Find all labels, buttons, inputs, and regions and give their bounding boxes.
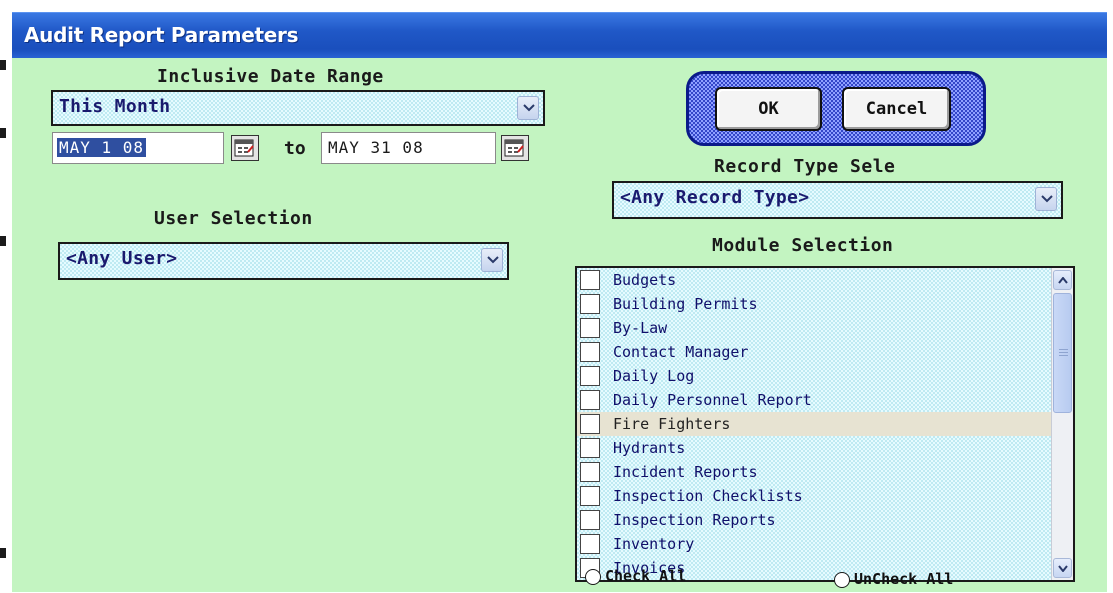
- dialog-content: Inclusive Date Range This Month MAY 1 08…: [12, 58, 1107, 592]
- list-item[interactable]: Contact Manager: [577, 340, 1059, 364]
- window-left-edge: [0, 0, 12, 592]
- to-date-value: MAY 31 08: [328, 138, 424, 157]
- edge-tick: [0, 236, 6, 246]
- module-checkbox[interactable]: [580, 270, 600, 290]
- module-checkbox[interactable]: [580, 510, 600, 530]
- chevron-down-icon[interactable]: [517, 96, 539, 120]
- check-all-label: Check All: [605, 567, 687, 585]
- module-checkbox[interactable]: [580, 294, 600, 314]
- list-item[interactable]: Inspection Reports: [577, 508, 1059, 532]
- module-label: Inspection Reports: [613, 511, 776, 529]
- calendar-icon[interactable]: [501, 135, 529, 161]
- check-all-option[interactable]: Check All: [585, 567, 735, 590]
- module-label: Incident Reports: [613, 463, 758, 481]
- module-label: Building Permits: [613, 295, 758, 313]
- cancel-button[interactable]: Cancel: [842, 87, 951, 131]
- module-label: Daily Personnel Report: [613, 391, 812, 409]
- to-label: to: [284, 138, 306, 159]
- date-range-heading: Inclusive Date Range: [157, 66, 384, 87]
- edge-tick: [0, 60, 6, 70]
- record-type-heading: Record Type Sele: [714, 156, 896, 177]
- title-bar[interactable]: Audit Report Parameters: [12, 12, 1107, 58]
- module-checkbox[interactable]: [580, 318, 600, 338]
- uncheck-all-option[interactable]: UnCheck All: [834, 570, 1004, 593]
- module-list: Budgets Building Permits By-Law Contact Man…: [577, 268, 1059, 580]
- module-label: Inspection Checklists: [613, 487, 803, 505]
- date-range-value: This Month: [59, 96, 171, 117]
- list-item[interactable]: Budgets: [577, 268, 1059, 292]
- list-item[interactable]: By-Law: [577, 316, 1059, 340]
- list-item[interactable]: Hydrants: [577, 436, 1059, 460]
- list-item[interactable]: Building Permits: [577, 292, 1059, 316]
- to-date-field[interactable]: MAY 31 08: [321, 132, 496, 164]
- list-item[interactable]: Fire Fighters: [577, 412, 1059, 436]
- scroll-down-icon[interactable]: [1053, 558, 1072, 578]
- list-item[interactable]: Daily Log: [577, 364, 1059, 388]
- from-date-field[interactable]: MAY 1 08: [52, 132, 224, 164]
- user-selection-heading: User Selection: [154, 208, 313, 229]
- scroll-up-icon[interactable]: [1053, 270, 1072, 290]
- check-all-radio[interactable]: [585, 569, 601, 585]
- scrollbar-thumb[interactable]: [1053, 293, 1072, 413]
- module-checkbox[interactable]: [580, 390, 600, 410]
- module-selection-heading: Module Selection: [712, 235, 894, 256]
- uncheck-all-radio[interactable]: [834, 572, 850, 588]
- from-date-value: MAY 1 08: [57, 138, 147, 157]
- module-label: By-Law: [613, 319, 668, 337]
- module-checkbox[interactable]: [580, 414, 600, 434]
- calendar-icon[interactable]: [231, 135, 259, 161]
- date-range-select[interactable]: This Month: [51, 90, 545, 126]
- edge-tick: [0, 128, 6, 138]
- action-button-frame: OK Cancel: [686, 71, 986, 146]
- chevron-down-icon[interactable]: [481, 248, 503, 272]
- module-checkbox[interactable]: [580, 486, 600, 506]
- user-select[interactable]: <Any User>: [58, 242, 509, 280]
- window-title: Audit Report Parameters: [24, 23, 299, 47]
- module-label: Inventory: [613, 535, 695, 553]
- module-checkbox[interactable]: [580, 342, 600, 362]
- module-checkbox[interactable]: [580, 534, 600, 554]
- record-type-value: <Any Record Type>: [620, 187, 810, 208]
- module-label: Budgets: [613, 271, 677, 289]
- uncheck-all-label: UnCheck All: [854, 570, 954, 588]
- module-checkbox[interactable]: [580, 462, 600, 482]
- user-select-value: <Any User>: [66, 248, 178, 269]
- module-listbox[interactable]: Budgets Building Permits By-Law Contact Man…: [575, 266, 1075, 582]
- list-scrollbar[interactable]: [1051, 268, 1073, 580]
- list-item[interactable]: Inventory: [577, 532, 1059, 556]
- window-right-edge: [1107, 0, 1113, 592]
- edge-tick: [0, 548, 6, 558]
- module-label: Hydrants: [613, 439, 686, 457]
- module-checkbox[interactable]: [580, 438, 600, 458]
- module-label: Daily Log: [613, 367, 695, 385]
- record-type-select[interactable]: <Any Record Type>: [612, 181, 1063, 219]
- list-item[interactable]: Inspection Checklists: [577, 484, 1059, 508]
- chevron-down-icon[interactable]: [1035, 187, 1057, 211]
- list-item[interactable]: Incident Reports: [577, 460, 1059, 484]
- module-label: Contact Manager: [613, 343, 749, 361]
- list-item[interactable]: Daily Personnel Report: [577, 388, 1059, 412]
- module-checkbox[interactable]: [580, 366, 600, 386]
- module-label: Fire Fighters: [613, 415, 731, 433]
- ok-button[interactable]: OK: [715, 87, 822, 131]
